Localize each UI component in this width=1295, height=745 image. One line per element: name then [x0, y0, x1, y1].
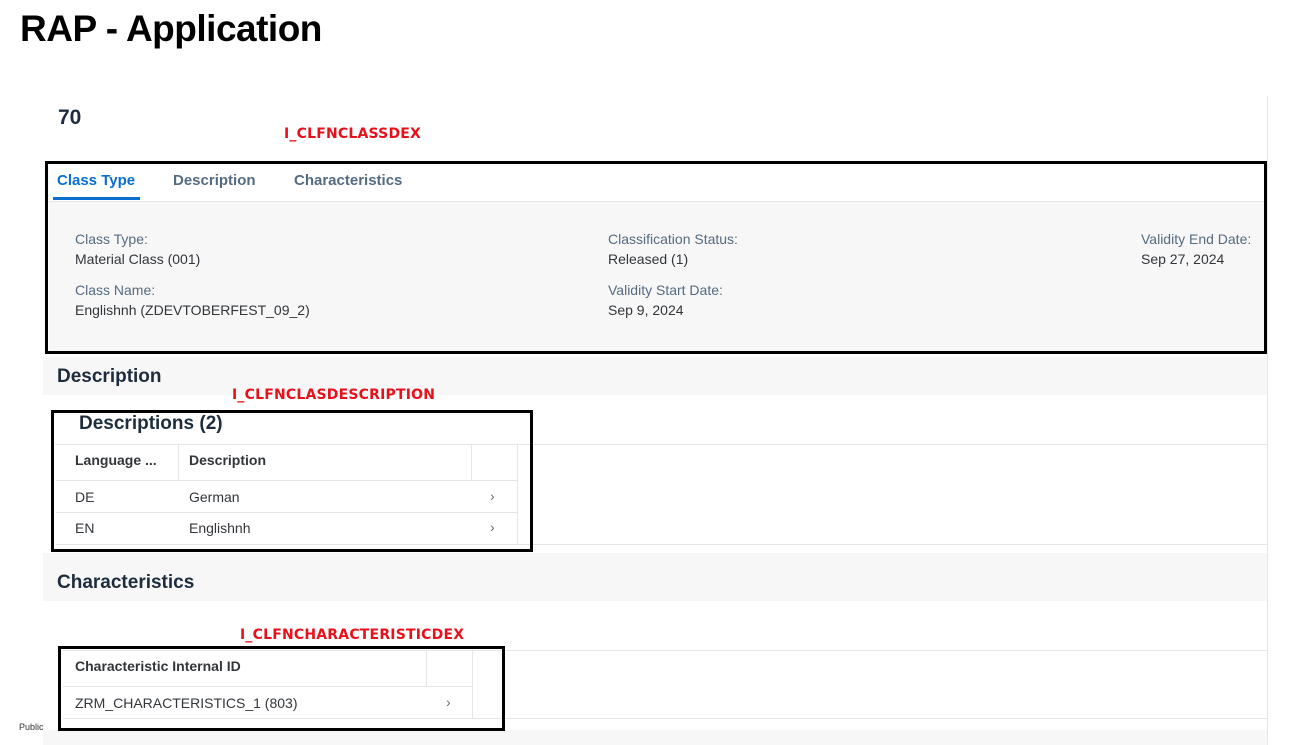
- annotation-class-entity: I_CLFNCLASSDEX: [284, 126, 422, 142]
- chevron-right-icon[interactable]: ›: [490, 488, 495, 504]
- chevron-right-icon[interactable]: ›: [490, 519, 495, 535]
- annotation-characteristic-entity: I_CLFNCHARACTERISTICDEX: [240, 627, 465, 643]
- language-cell: EN: [75, 520, 95, 536]
- column-separator: [426, 651, 427, 686]
- classification-status-value: Released (1): [608, 251, 689, 267]
- language-cell: DE: [75, 489, 95, 505]
- column-separator: [178, 445, 179, 480]
- description-section-band: [43, 357, 1267, 395]
- classification-footer: Public: [19, 722, 44, 732]
- tab-class-type[interactable]: Class Type: [57, 172, 135, 189]
- characteristics-section-band: [43, 553, 1267, 601]
- column-header-language[interactable]: Language ...: [75, 452, 157, 468]
- chevron-right-icon[interactable]: ›: [446, 694, 451, 710]
- descriptions-table-title: Descriptions (2): [79, 413, 223, 434]
- class-type-value: Material Class (001): [75, 251, 201, 267]
- active-tab-indicator: [53, 197, 140, 200]
- class-name-label: Class Name:: [75, 282, 156, 298]
- validity-start-label: Validity Start Date:: [608, 282, 723, 298]
- column-separator: [471, 445, 472, 480]
- bottom-band: [43, 730, 1267, 745]
- row-divider: [56, 544, 518, 545]
- characteristic-id-cell: ZRM_CHARACTERISTICS_1 (803): [75, 695, 298, 711]
- table-row[interactable]: [56, 481, 518, 512]
- slide-title: RAP - Application: [20, 8, 322, 49]
- row-divider: [63, 718, 1267, 719]
- column-header-characteristic-id[interactable]: Characteristic Internal ID: [75, 658, 241, 674]
- description-cell: German: [189, 489, 240, 505]
- object-title: 70: [58, 106, 82, 129]
- classification-status-label: Classification Status:: [608, 231, 738, 247]
- class-type-label: Class Type:: [75, 231, 148, 247]
- header-facet-area: [49, 202, 1264, 352]
- validity-end-label: Validity End Date:: [1141, 231, 1252, 247]
- annotation-description-entity: I_CLFNCLASDESCRIPTION: [232, 387, 436, 403]
- section-divider: [518, 544, 1267, 545]
- description-cell: Englishnh: [189, 520, 251, 536]
- characteristics-section-title: Characteristics: [57, 572, 195, 593]
- tab-description[interactable]: Description: [173, 172, 256, 189]
- validity-start-value: Sep 9, 2024: [608, 302, 684, 318]
- validity-end-value: Sep 27, 2024: [1141, 251, 1225, 267]
- class-name-value: Englishnh (ZDEVTOBERFEST_09_2): [75, 302, 310, 318]
- description-section-title: Description: [57, 366, 162, 387]
- column-header-description[interactable]: Description: [189, 452, 266, 468]
- table-row[interactable]: [56, 513, 518, 544]
- tab-characteristics[interactable]: Characteristics: [294, 172, 402, 189]
